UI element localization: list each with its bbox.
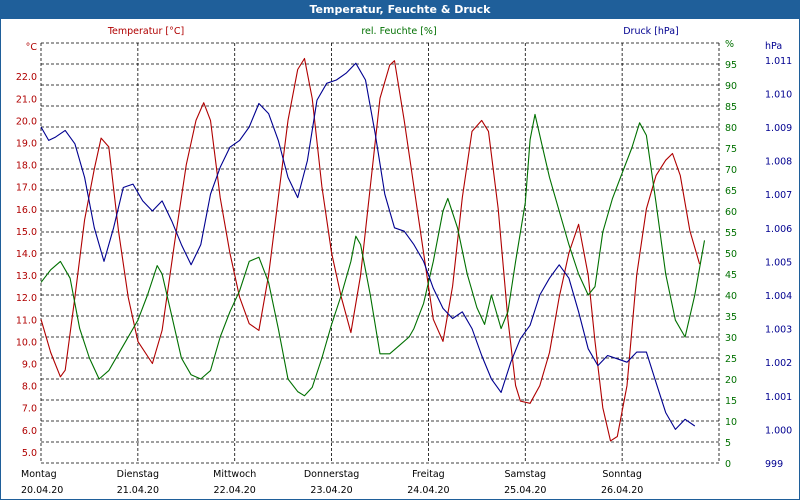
temperature-unit-label: °C [26,42,38,53]
x-date-label: 23.04.20 [310,485,352,496]
temperature-tick-label: 8.0 [22,382,37,393]
axis-labels: 5.0 6.0 7.0 8.0 9.0 10.0 11.0 12.0 13.0 14.0 15.0 1… [16,26,792,496]
x-date-label: 20.04.20 [21,485,63,496]
x-day-label: Mittwoch [213,469,256,480]
pressure-series-line [40,62,696,430]
humidity-tick-label: 0 [725,459,731,470]
humidity-series-line [40,113,706,397]
pressure-tick-label: 1.002 [765,358,792,369]
x-date-label: 22.04.20 [214,485,256,496]
humidity-tick-label: 80 [725,123,737,134]
humidity-tick-label: 35 [725,312,737,323]
temperature-tick-label: 16.0 [16,205,37,216]
temperature-tick-label: 15.0 [16,227,37,238]
temperature-tick-label: 5.0 [22,448,37,459]
humidity-axis-title: rel. Feuchte [%] [361,26,436,37]
temperature-tick-label: 7.0 [22,404,37,415]
temperature-tick-label: 12.0 [16,293,37,304]
x-day-label: Donnerstag [304,469,359,480]
grid-lines [40,42,720,464]
x-day-label: Montag [21,469,57,480]
pressure-tick-label: 1.000 [765,425,792,436]
x-day-label: Freitag [412,469,445,480]
humidity-tick-label: 5 [725,438,731,449]
pressure-tick-label: 1.005 [765,257,792,268]
series-lines [40,57,706,442]
x-day-label: Samstag [504,469,546,480]
x-day-label: Dienstag [117,469,159,480]
humidity-tick-label: 60 [725,207,737,218]
pressure-tick-label: 1.001 [765,392,792,403]
temperature-tick-label: 10.0 [16,337,37,348]
temperature-tick-label: 17.0 [16,183,37,194]
x-date-label: 25.04.20 [504,485,546,496]
humidity-tick-label: 70 [725,165,737,176]
temperature-tick-label: 11.0 [16,315,37,326]
temperature-tick-label: 9.0 [22,360,37,371]
x-day-label: Sonntag [602,469,641,480]
humidity-tick-label: 55 [725,228,737,239]
x-date-label: 26.04.20 [601,485,643,496]
pressure-axis-title: Druck [hPa] [623,26,679,37]
humidity-tick-label: 40 [725,291,737,302]
humidity-tick-label: 75 [725,144,737,155]
pressure-tick-label: 1.010 [765,89,792,100]
chart-window: Temperatur, Feuchte & Druck 5.0 6.0 7.0 8.0… [0,0,800,500]
pressure-tick-label: 1.003 [765,325,792,336]
temperature-tick-label: 20.0 [16,116,37,127]
pressure-tick-label: 1.004 [765,291,792,302]
pressure-tick-label: 1.008 [765,157,792,168]
pressure-tick-label: 1.007 [765,190,792,201]
pressure-tick-label: 1.006 [765,224,792,235]
chart-canvas: 5.0 6.0 7.0 8.0 9.0 10.0 11.0 12.0 13.0 14.0 15.0 1… [16,26,792,496]
temperature-tick-label: 22.0 [16,72,37,83]
pressure-unit-label: hPa [765,41,782,52]
humidity-tick-label: 90 [725,81,737,92]
temperature-tick-label: 14.0 [16,249,37,260]
humidity-tick-label: 65 [725,186,737,197]
temperature-tick-label: 19.0 [16,138,37,149]
humidity-tick-label: 10 [725,417,737,428]
x-date-label: 24.04.20 [407,485,449,496]
pressure-tick-label: 1.009 [765,123,792,134]
humidity-tick-label: 50 [725,249,737,260]
humidity-tick-label: 95 [725,60,737,71]
temperature-tick-label: 18.0 [16,161,37,172]
pressure-tick-label: 999 [765,459,783,470]
x-date-label: 21.04.20 [117,485,159,496]
humidity-tick-label: 30 [725,333,737,344]
humidity-tick-label: 25 [725,354,737,365]
humidity-tick-label: 20 [725,375,737,386]
temperature-tick-label: 6.0 [22,426,37,437]
temperature-tick-label: 13.0 [16,271,37,282]
pressure-tick-label: 1.011 [765,56,792,67]
humidity-tick-label: 15 [725,396,737,407]
humidity-tick-label: 45 [725,270,737,281]
window-title: Temperatur, Feuchte & Druck [1,1,799,19]
temperature-axis-title: Temperatur [°C] [107,26,184,37]
humidity-tick-label: % [725,39,734,50]
temperature-tick-label: 21.0 [16,94,37,105]
humidity-tick-label: 85 [725,102,737,113]
